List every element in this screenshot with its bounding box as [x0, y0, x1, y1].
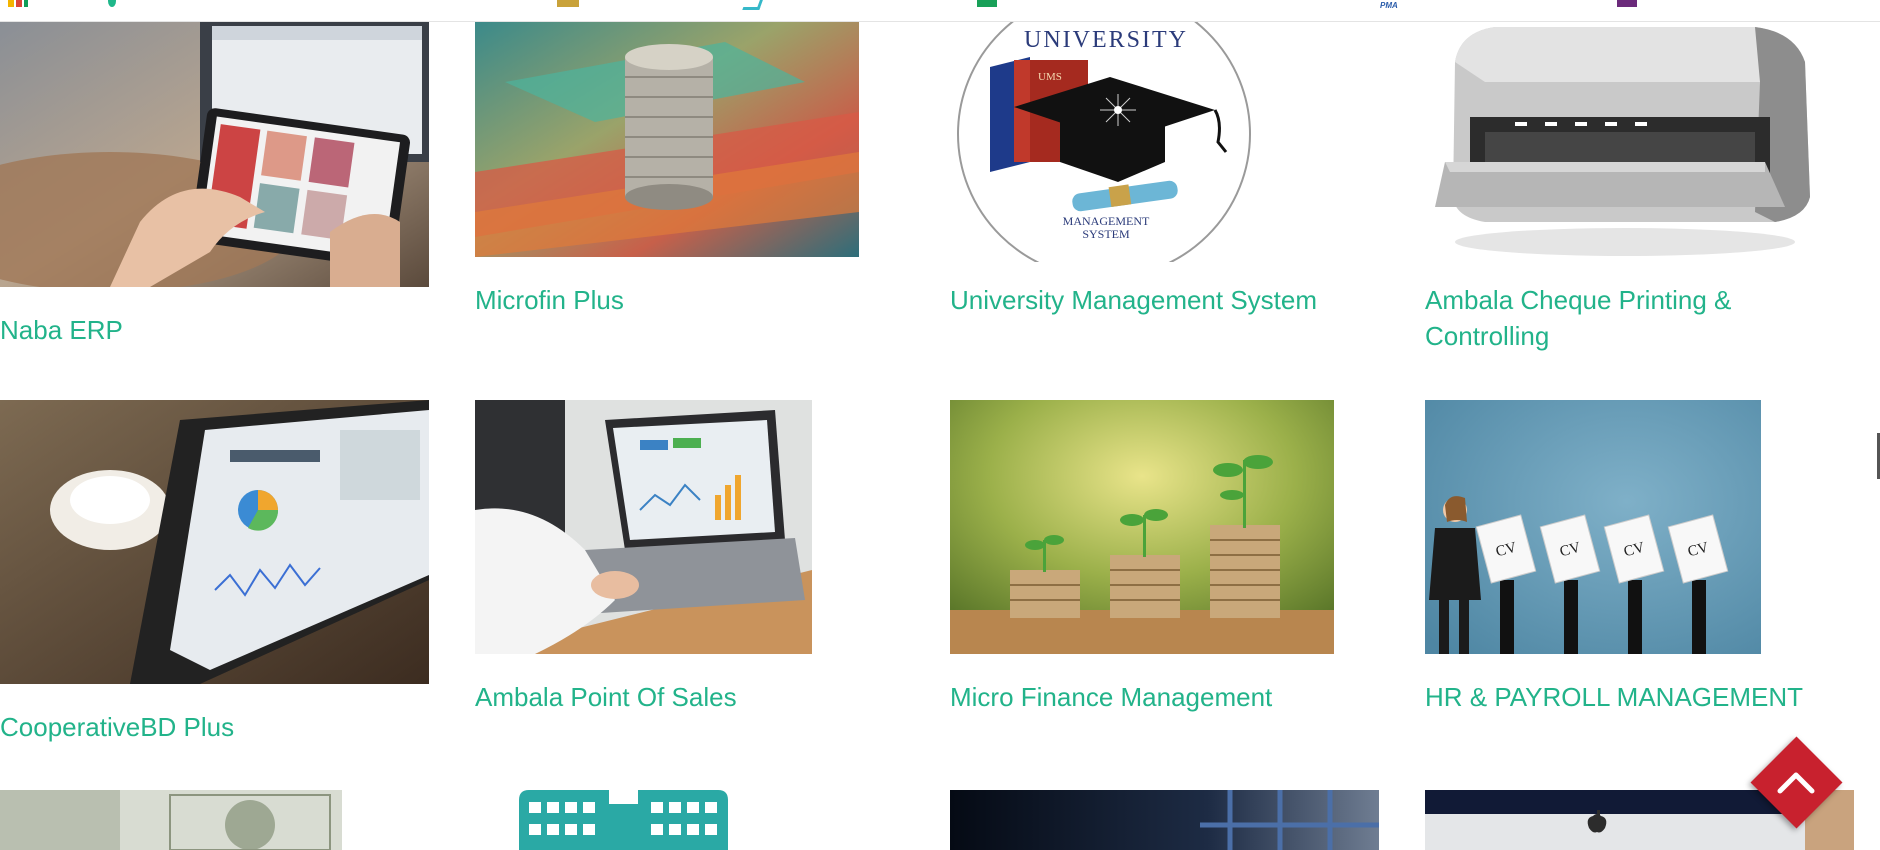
coin-stacks-plants-image: [950, 400, 1334, 654]
product-image-micro-finance[interactable]: [950, 400, 1334, 654]
product-title-university-management-system[interactable]: University Management System: [950, 282, 1317, 318]
product-title-cheque-printing[interactable]: Ambala Cheque Printing & Controlling: [1425, 282, 1845, 354]
product-image-building[interactable]: [519, 790, 728, 850]
notepad-icon[interactable]: [557, 0, 579, 7]
purple-app-icon[interactable]: [1617, 0, 1637, 7]
product-title-naba-erp[interactable]: Naba ERP: [0, 312, 123, 348]
product-image-university-management-system[interactable]: UNIVERSITY UMS MANAGEMENT SYSTEM: [950, 22, 1258, 262]
product-title-cooperativebd-plus[interactable]: CooperativeBD Plus: [0, 709, 234, 745]
ums-logo-top-text: UNIVERSITY: [1024, 27, 1188, 53]
product-image-cheque-printing[interactable]: [1425, 22, 1818, 262]
apps-icon[interactable]: [8, 0, 28, 7]
product-image-microfin-plus[interactable]: [475, 22, 859, 257]
bookmarks-bar: PMA: [0, 0, 1880, 22]
ums-logo-bottom-line2: SYSTEM: [1082, 227, 1130, 241]
dollar-bills-image: [0, 790, 342, 850]
scroll-to-top-button[interactable]: [1750, 736, 1842, 828]
product-image-dollar-bills[interactable]: [0, 790, 342, 850]
tablet-dashboard-image: [0, 400, 429, 684]
ums-logo-bottom-line1: MANAGEMENT: [1063, 214, 1150, 228]
printer-image: [1425, 22, 1818, 262]
product-image-hr-payroll[interactable]: CV CV CV CV: [1425, 400, 1761, 654]
dark-window-image: [950, 790, 1379, 850]
green-doc-icon[interactable]: [977, 0, 997, 7]
coins-banknotes-image: [475, 22, 859, 257]
product-image-naba-erp[interactable]: [0, 22, 429, 287]
product-image-cooperativebd-plus[interactable]: [0, 400, 429, 684]
chevron-up-icon: [1777, 772, 1815, 794]
leaf-icon[interactable]: [108, 0, 116, 7]
pma-icon[interactable]: PMA: [1380, 1, 1398, 10]
tablet-in-hands-image: [0, 22, 429, 287]
product-title-microfin-plus[interactable]: Microfin Plus: [475, 282, 624, 318]
cv-candidates-image: CV CV CV CV: [1425, 400, 1761, 654]
product-title-point-of-sales[interactable]: Ambala Point Of Sales: [475, 679, 737, 715]
product-title-hr-payroll[interactable]: HR & PAYROLL MANAGEMENT: [1425, 679, 1803, 715]
building-icon: [519, 790, 728, 850]
product-image-dark-window[interactable]: [950, 790, 1379, 850]
product-image-point-of-sales[interactable]: [475, 400, 812, 654]
teal-logo-icon[interactable]: [742, 0, 765, 10]
university-logo: UNIVERSITY UMS MANAGEMENT SYSTEM: [950, 22, 1258, 262]
ums-logo-book-text: UMS: [1038, 71, 1062, 83]
laptop-user-image: [475, 400, 812, 654]
product-title-micro-finance[interactable]: Micro Finance Management: [950, 679, 1272, 715]
